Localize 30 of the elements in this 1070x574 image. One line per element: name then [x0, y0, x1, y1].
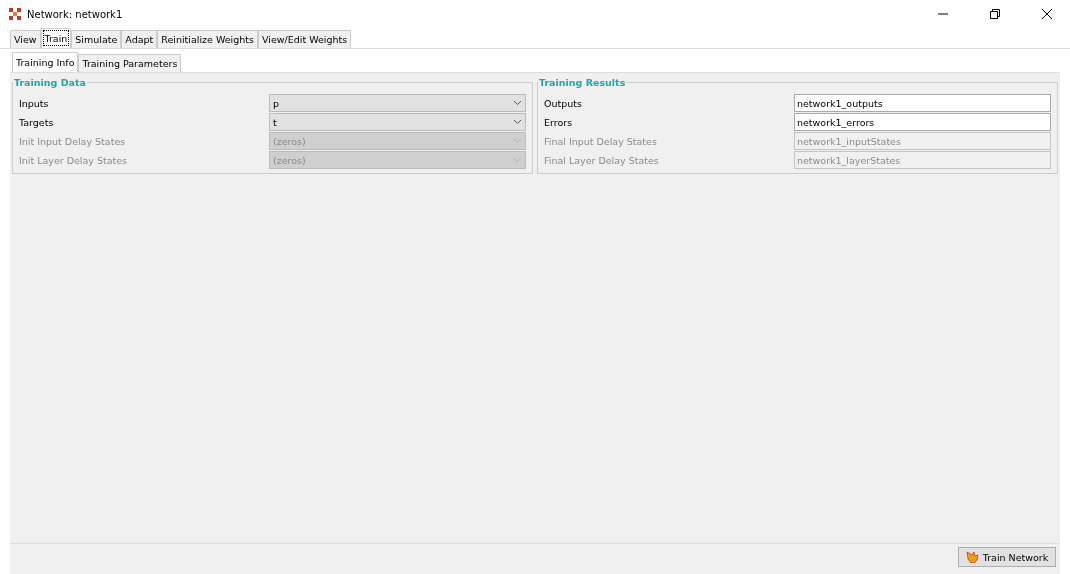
field-label: Errors — [544, 116, 574, 128]
flame-icon — [965, 551, 979, 563]
tab[interactable]: Train — [40, 28, 72, 48]
dropdown-chevron-icon[interactable] — [513, 100, 522, 106]
panel-title: Training Results — [538, 77, 627, 88]
input-field[interactable]: network1_outputs — [794, 94, 1051, 112]
field-label: Final Input Delay States — [544, 135, 658, 147]
tab[interactable]: View/Edit Weights — [257, 30, 352, 48]
dropdown-chevron-icon[interactable] — [513, 119, 522, 125]
field-label: Init Layer Delay States — [19, 154, 129, 166]
tab[interactable]: View — [10, 30, 41, 48]
panel-title: Training Data — [13, 77, 87, 88]
tab[interactable]: Training Info — [12, 52, 79, 72]
window-title: Network: network1 — [27, 8, 124, 20]
train-network-button[interactable]: Train Network — [958, 547, 1056, 567]
field-label: Targets — [19, 116, 55, 128]
tab[interactable]: Simulate — [71, 30, 122, 48]
tab[interactable]: Adapt — [121, 30, 158, 48]
tab[interactable]: Training Parameters — [78, 54, 182, 72]
field-label: Init Input Delay States — [19, 135, 127, 147]
restore-icon[interactable] — [990, 9, 1000, 19]
field-label: Outputs — [544, 97, 583, 109]
dropdown[interactable]: p — [269, 94, 526, 112]
field-label: Inputs — [19, 97, 50, 109]
close-icon[interactable] — [1042, 9, 1052, 19]
field-label: Final Layer Delay States — [544, 154, 660, 166]
network-logo-icon — [9, 8, 21, 20]
dropdown[interactable]: t — [269, 113, 526, 131]
tab[interactable]: Reinitialize Weights — [157, 30, 258, 48]
input-field[interactable]: network1_errors — [794, 113, 1051, 131]
